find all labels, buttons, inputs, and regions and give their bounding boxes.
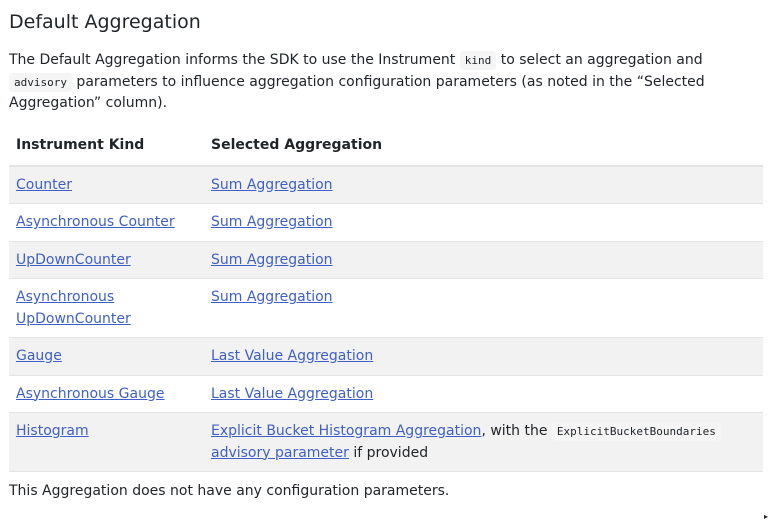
intro-text-2: to select an aggregation and <box>496 52 703 68</box>
aggregation-link-last-value[interactable]: Last Value Aggregation <box>211 348 373 364</box>
table-row: UpDownCounter Sum Aggregation <box>9 241 763 279</box>
outro-paragraph: This Aggregation does not have any confi… <box>9 483 450 499</box>
expand-arrow-icon: ▸ <box>764 512 769 521</box>
explicit-bucket-boundaries-code: ExplicitBucketBoundaries <box>551 422 721 441</box>
table-row: Asynchronous Counter Sum Aggregation <box>9 203 763 242</box>
header-selected-aggregation: Selected Aggregation <box>204 128 763 167</box>
aggregation-table: Instrument Kind Selected Aggregation Cou… <box>9 128 763 472</box>
aggregation-link-sum[interactable]: Sum Aggregation <box>211 214 333 230</box>
with-the-text: , with the <box>481 423 552 439</box>
intro-text-3: parameters to influence aggregation conf… <box>9 73 705 112</box>
instrument-link-async-counter[interactable]: Asynchronous Counter <box>16 214 175 230</box>
instrument-link-updowncounter[interactable]: UpDownCounter <box>16 252 131 268</box>
table-row: Counter Sum Aggregation <box>9 165 763 204</box>
instrument-link-counter[interactable]: Counter <box>16 177 72 193</box>
aggregation-link-sum[interactable]: Sum Aggregation <box>211 289 333 305</box>
intro-paragraph: The Default Aggregation informs the SDK … <box>9 50 754 115</box>
instrument-link-histogram[interactable]: Histogram <box>16 423 89 439</box>
if-provided-text: if provided <box>348 444 429 461</box>
aggregation-link-last-value[interactable]: Last Value Aggregation <box>211 386 373 402</box>
section-heading: Default Aggregation <box>9 11 201 33</box>
advisory-parameter-link[interactable]: advisory parameter <box>211 445 349 461</box>
kind-code: kind <box>459 51 497 70</box>
aggregation-link-sum[interactable]: Sum Aggregation <box>211 252 333 268</box>
intro-text-1: The Default Aggregation informs the SDK … <box>9 52 460 68</box>
header-instrument-kind: Instrument Kind <box>9 128 204 167</box>
instrument-link-gauge[interactable]: Gauge <box>16 348 62 364</box>
table-row: Gauge Last Value Aggregation <box>9 337 763 376</box>
instrument-link-async-updowncounter[interactable]: Asynchronous UpDownCounter <box>16 289 131 327</box>
instrument-link-async-gauge[interactable]: Asynchronous Gauge <box>16 386 164 402</box>
table-row: Histogram Explicit Bucket Histogram Aggr… <box>9 412 763 472</box>
aggregation-link-explicit-bucket-histogram[interactable]: Explicit Bucket Histogram Aggregation <box>211 423 481 439</box>
table-row: Asynchronous Gauge Last Value Aggregatio… <box>9 375 763 413</box>
table-header-row: Instrument Kind Selected Aggregation <box>9 128 763 167</box>
table-row: Asynchronous UpDownCounter Sum Aggregati… <box>9 278 763 338</box>
advisory-code: advisory <box>9 72 72 92</box>
aggregation-link-sum[interactable]: Sum Aggregation <box>211 177 333 193</box>
